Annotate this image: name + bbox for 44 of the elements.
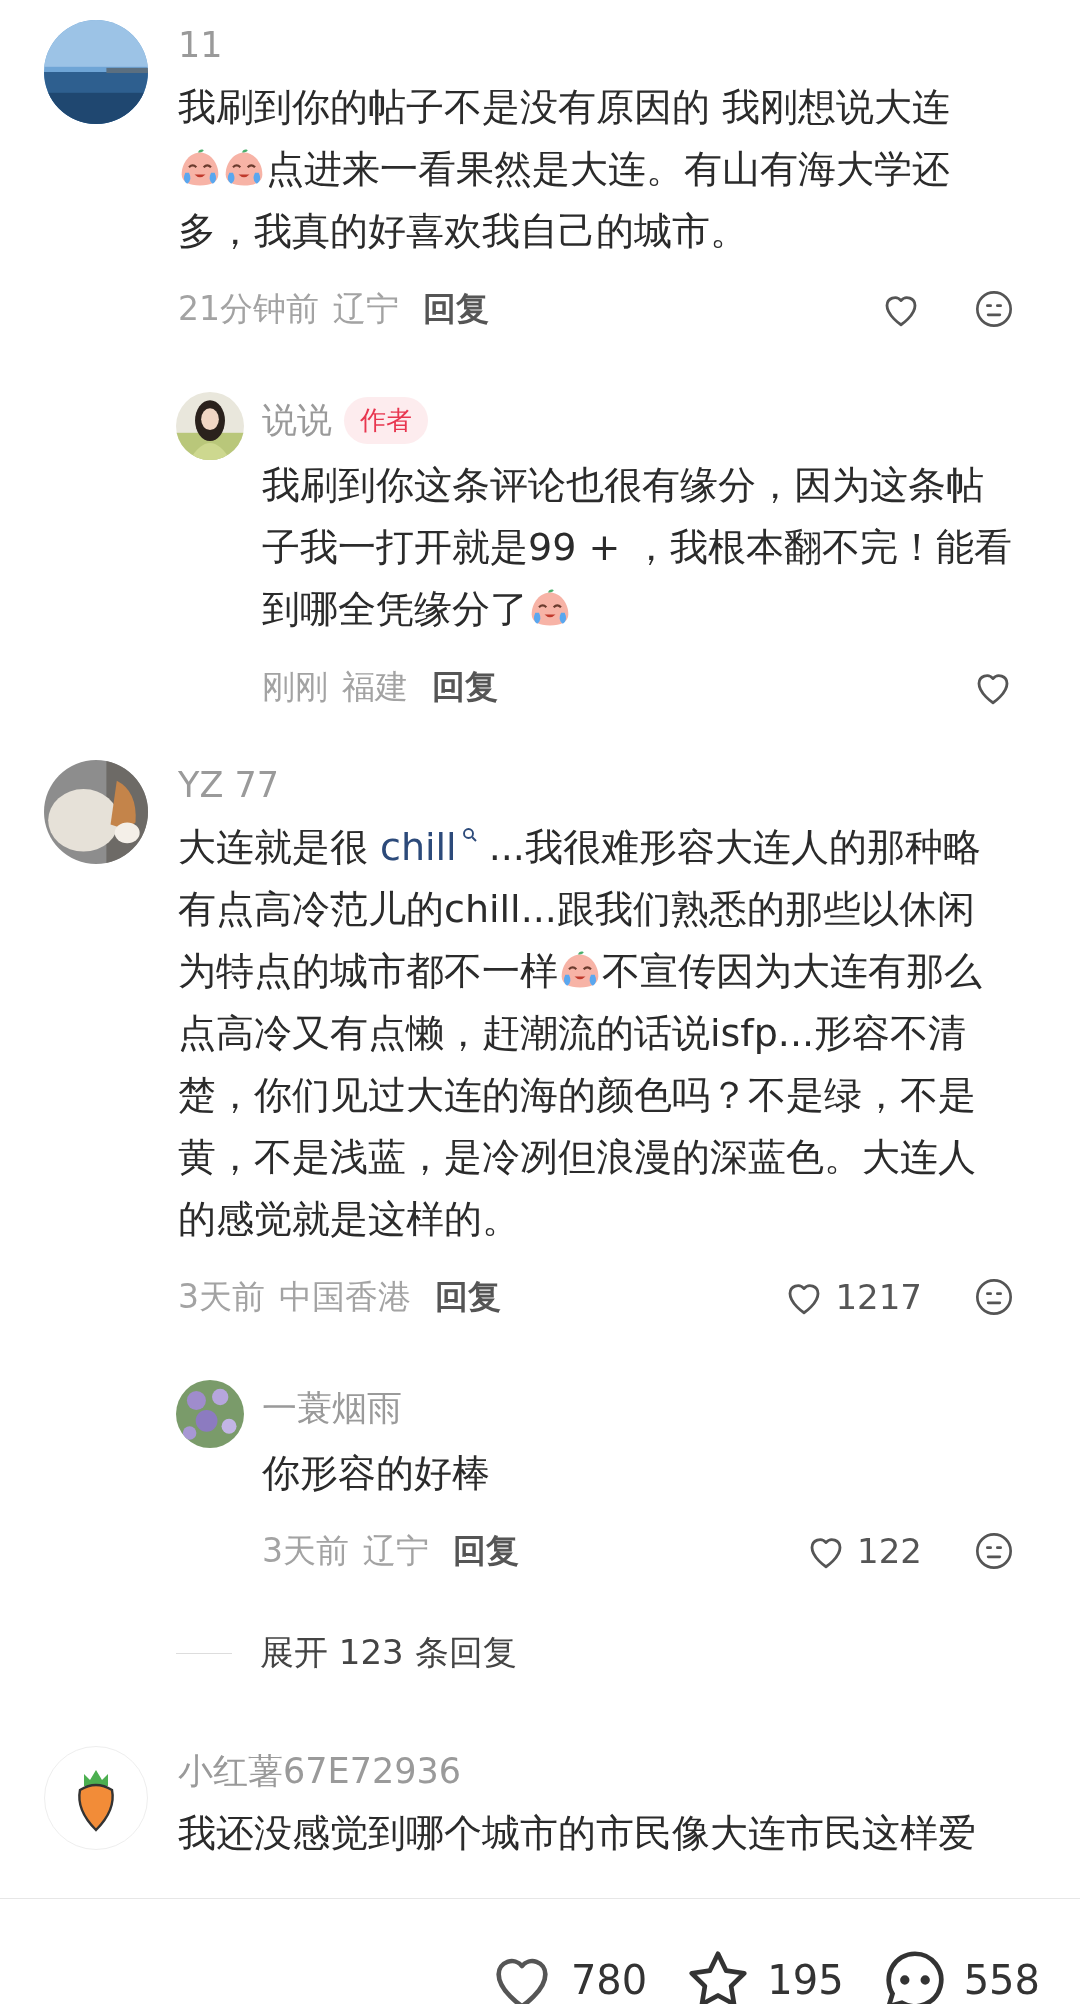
reply-button[interactable]: 回复 <box>443 1528 519 1574</box>
comment-location: 辽宁 <box>363 1529 429 1572</box>
comment-text: 大连就是很 <box>178 824 368 871</box>
comment-text: 多，我真的好喜欢我自己的城市。 <box>178 208 748 255</box>
comment-text: 你形容的好棒 <box>262 1450 490 1497</box>
comment-text: ...我很难形容大连人的那种略 <box>488 824 981 871</box>
dislike-button[interactable] <box>974 1277 1014 1317</box>
neutral-face-icon <box>974 1277 1014 1317</box>
comment-text: 为特点的城市都不一样 <box>178 948 558 995</box>
expand-replies-button[interactable]: 展开 123 条回复 <box>260 1630 517 1676</box>
keyword-link[interactable]: chill <box>380 816 457 878</box>
comment-time: 刚刚 <box>262 665 328 708</box>
comment-text: 到哪全凭缘分了 <box>262 586 528 633</box>
comment-text: 点高冷又有点懒，赶潮流的话说isfp...形容不清 <box>178 1010 967 1057</box>
like-button[interactable]: 122 <box>805 1530 922 1572</box>
dislike-button[interactable] <box>974 1531 1014 1571</box>
reply-button[interactable]: 回复 <box>425 1274 501 1320</box>
favorite-button[interactable]: 195 <box>683 1945 844 2004</box>
comment-text: 我刷到你的帖子不是没有原因的 我刚想说大连 <box>178 84 951 131</box>
search-icon <box>460 826 479 844</box>
like-button[interactable]: 1217 <box>783 1276 922 1318</box>
comment-button[interactable]: 558 <box>879 1945 1040 2004</box>
comment-text: 有点高冷范儿的chill...跟我们熟悉的那些以休闲 <box>178 886 975 933</box>
dislike-button[interactable] <box>974 289 1014 329</box>
comment-time: 3天前 <box>262 1529 349 1572</box>
comment-text: 子我一打开就是99 + ，我根本翻不完！能看 <box>262 524 1013 571</box>
comment-text: 我还没感觉到哪个城市的市民像大连市民这样爱 <box>178 1810 976 1857</box>
comment-text: 的感觉就是这样的。 <box>178 1196 520 1243</box>
neutral-face-icon <box>974 1531 1014 1571</box>
comment-text: 楚，你们见过大连的海的颜色吗？不是绿，不是 <box>178 1072 976 1119</box>
comment-text: 不宣传因为大连有那么 <box>602 948 982 995</box>
author-badge: 作者 <box>344 396 428 444</box>
like-button[interactable]: 780 <box>486 1945 648 2004</box>
comment-time: 21分钟前 <box>178 287 319 330</box>
reply-button[interactable]: 回复 <box>413 286 489 332</box>
reply-button[interactable]: 回复 <box>422 664 498 710</box>
comment-location: 中国香港 <box>279 1275 411 1318</box>
comment-time: 3天前 <box>178 1275 265 1318</box>
comment-text: 黄，不是浅蓝，是冷冽但浪漫的深蓝色。大连人 <box>178 1134 976 1181</box>
neutral-face-icon <box>974 289 1014 329</box>
comment-text: 点进来一看果然是大连。有山有海大学还 <box>266 146 950 193</box>
comment-location: 福建 <box>342 665 408 708</box>
comment-location: 辽宁 <box>333 287 399 330</box>
comment-text: 我刷到你这条评论也很有缘分，因为这条帖 <box>262 462 984 509</box>
